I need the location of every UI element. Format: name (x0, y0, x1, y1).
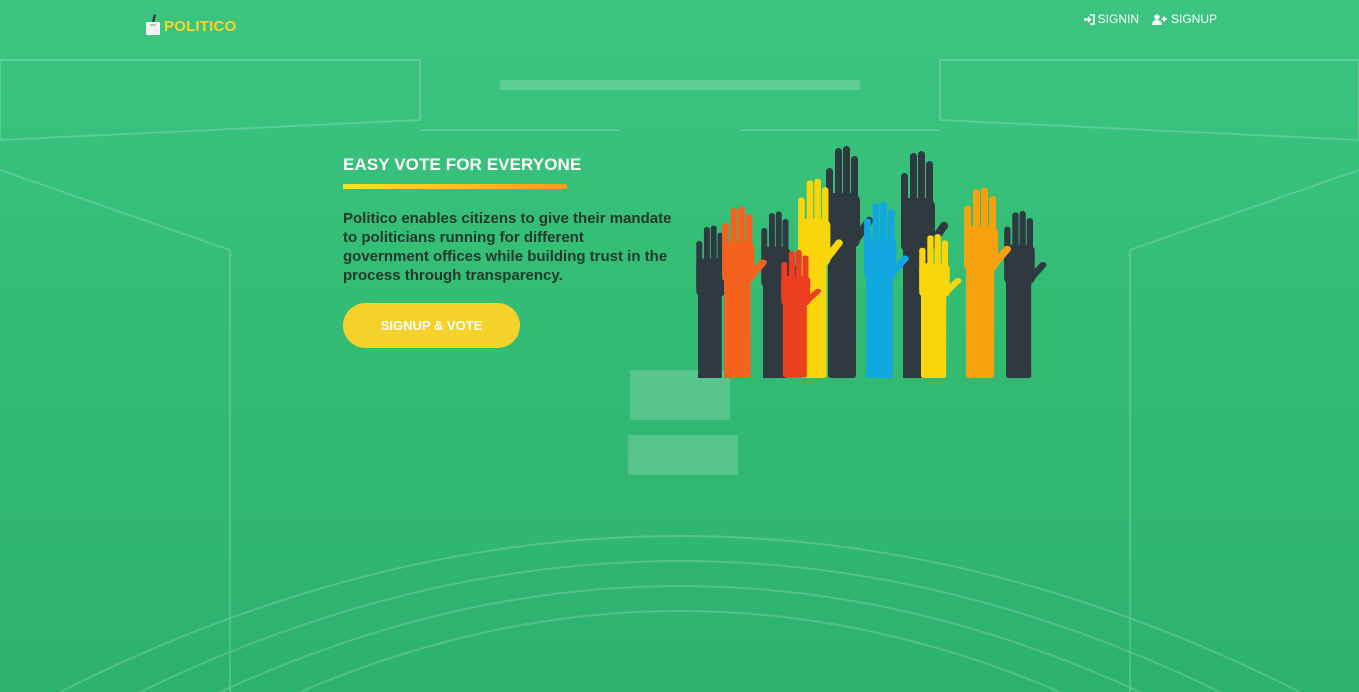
title-underline (343, 184, 567, 189)
hero-title: EASY VOTE FOR EVERYONE (343, 155, 582, 174)
signin-label: SIGNIN (1097, 12, 1139, 26)
user-plus-icon (1151, 13, 1167, 25)
signup-link[interactable]: SIGNUP (1151, 12, 1217, 26)
signup-vote-button[interactable]: SIGNUP & VOTE (343, 303, 520, 348)
brand-name: POLITICO (164, 18, 237, 35)
top-navbar: POLITICO SIGNIN SIGNUP (0, 0, 1359, 48)
brand-logo[interactable]: POLITICO (145, 12, 236, 36)
raised-hands-illustration (696, 146, 1048, 378)
signup-label: SIGNUP (1170, 12, 1217, 26)
landing-page: POLITICO SIGNIN SIGNUP EASY VOTE FOR EVE… (0, 0, 1359, 692)
header-nav: SIGNIN SIGNUP (1083, 12, 1217, 26)
ballot-box-icon (146, 14, 160, 35)
hero-description: Politico enables citizens to give their … (343, 210, 672, 284)
signin-link[interactable]: SIGNIN (1083, 12, 1139, 26)
hero-section: EASY VOTE FOR EVERYONE Politico enables … (343, 155, 683, 348)
sign-in-icon (1083, 13, 1095, 25)
